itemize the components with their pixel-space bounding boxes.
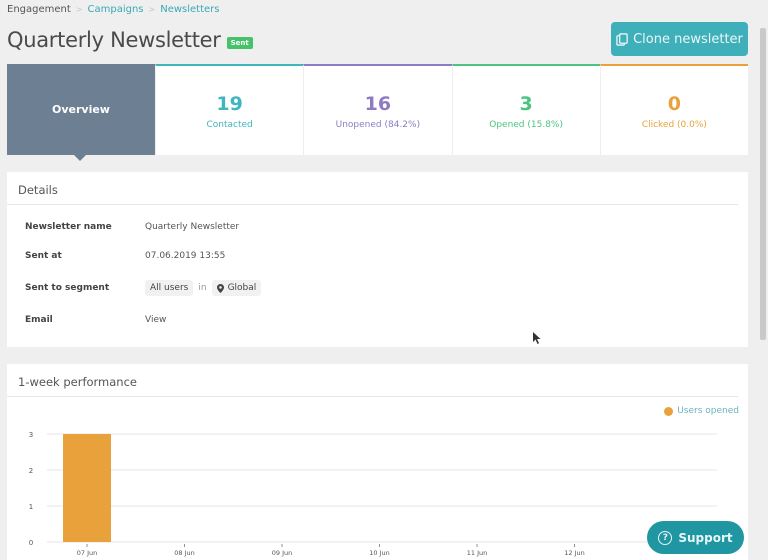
stat-unopened[interactable]: 16 Unopened (84.2%): [303, 64, 452, 155]
support-label: Support: [678, 530, 733, 545]
x-tick-label: 09 Jun: [272, 549, 293, 557]
detail-value: 07.06.2019 13:55: [145, 251, 226, 261]
breadcrumb-separator: >: [148, 5, 156, 14]
stat-label: Opened (15.8%): [489, 119, 563, 130]
breadcrumb-engagement[interactable]: Engagement: [7, 4, 71, 15]
detail-value: All users in Global: [145, 280, 262, 296]
detail-key: Sent at: [25, 251, 62, 261]
location-chip[interactable]: Global: [211, 280, 262, 296]
detail-key: Newsletter name: [25, 222, 112, 232]
support-button[interactable]: ? Support: [647, 521, 744, 554]
bar: [63, 434, 111, 542]
scrollbar[interactable]: [760, 28, 766, 340]
tab-overview[interactable]: Overview: [7, 64, 155, 161]
detail-key: Email: [25, 315, 53, 325]
y-tick-label: 1: [29, 503, 33, 511]
page-title: Quarterly Newsletter: [7, 28, 221, 52]
details-title: Details: [7, 172, 738, 205]
stat-value: 0: [667, 92, 681, 115]
x-tick-label: 08 Jun: [174, 549, 195, 557]
y-tick-label: 2: [29, 467, 33, 475]
breadcrumb-newsletters[interactable]: Newsletters: [160, 4, 219, 15]
performance-chart: 0 1 2 3 07 Jun 08 Jun 09 Jun 10 Jun 11 Jun 12 Jun: [29, 431, 717, 557]
title-row: Quarterly Newsletter Sent: [7, 28, 253, 52]
stat-label: Contacted: [206, 119, 253, 130]
y-tick-label: 3: [29, 431, 33, 439]
x-tick-label: 12 Jun: [564, 549, 585, 557]
copy-icon: [616, 32, 628, 46]
stat-label: Clicked (0.0%): [641, 119, 707, 130]
x-tick-label: 07 Jun: [77, 549, 98, 557]
segment-in-text: in: [198, 283, 207, 293]
stat-opened[interactable]: 3 Opened (15.8%): [451, 64, 600, 155]
details-card: Details Newsletter name Quarterly Newsle…: [7, 172, 748, 347]
detail-row-segment: Sent to segment All users in Global: [25, 280, 262, 296]
performance-card: 1-week performance Users opened 0 1 2 3 07 J…: [7, 364, 748, 560]
segment-chip[interactable]: All users: [145, 280, 194, 296]
stat-value: 19: [216, 92, 243, 115]
breadcrumb-campaigns[interactable]: Campaigns: [88, 4, 144, 15]
help-icon: ?: [658, 530, 673, 545]
stat-label: Unopened (84.2%): [335, 119, 421, 130]
stat-clicked[interactable]: 0 Clicked (0.0%): [599, 64, 748, 155]
detail-row-sent-at: Sent at 07.06.2019 13:55: [25, 251, 225, 261]
breadcrumb-separator: >: [75, 5, 83, 14]
x-tick-label: 11 Jun: [467, 549, 488, 557]
location-label: Global: [227, 283, 257, 293]
stat-value: 16: [364, 92, 392, 115]
stats-bar: Overview 19 Contacted 16 Unopened (84.2%…: [7, 64, 748, 161]
detail-key: Sent to segment: [25, 283, 110, 293]
detail-row-name: Newsletter name Quarterly Newsletter: [25, 222, 239, 232]
email-view-link[interactable]: View: [145, 315, 166, 325]
mouse-cursor-icon: [533, 332, 541, 344]
clone-newsletter-button[interactable]: Clone newsletter: [611, 22, 748, 56]
stat-contacted[interactable]: 19 Contacted: [155, 64, 304, 155]
clone-newsletter-label: Clone newsletter: [633, 31, 743, 47]
x-tick-label: 10 Jun: [369, 549, 390, 557]
tab-overview-label: Overview: [52, 103, 110, 116]
detail-value: Quarterly Newsletter: [145, 222, 240, 232]
detail-row-email: Email View: [25, 315, 166, 325]
stat-value: 3: [519, 92, 533, 115]
map-pin-icon: [216, 283, 224, 293]
status-badge: Sent: [226, 37, 253, 49]
breadcrumb: Engagement > Campaigns > Newsletters: [7, 4, 220, 15]
y-tick-label: 0: [29, 539, 33, 547]
